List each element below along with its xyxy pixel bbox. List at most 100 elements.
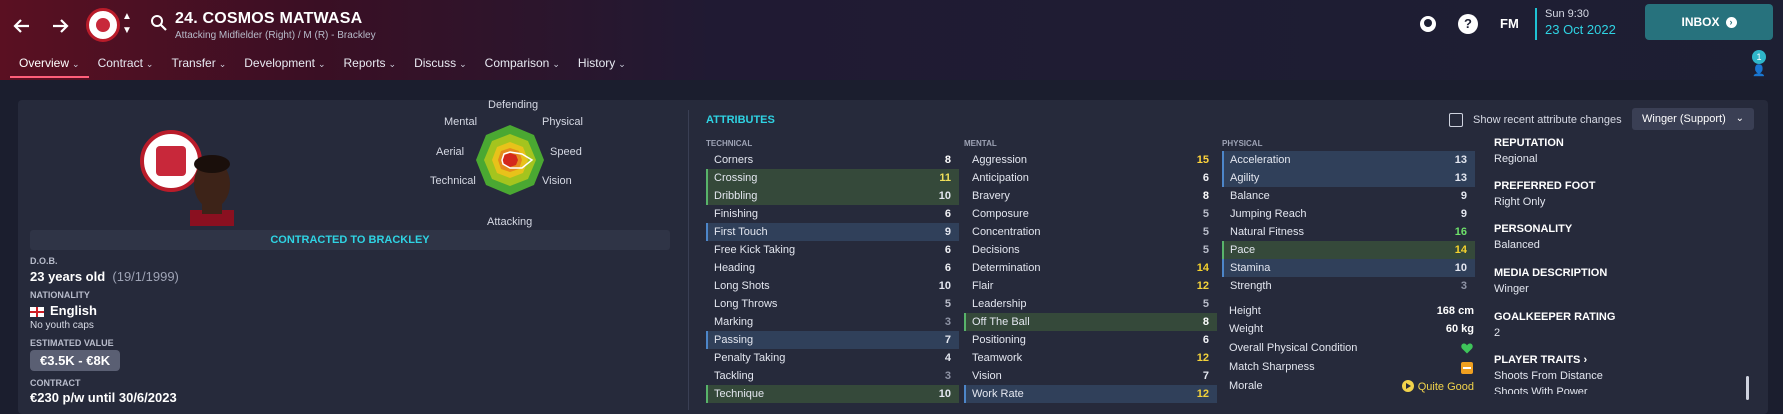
- attribute-row[interactable]: Leadership 5: [964, 295, 1217, 313]
- attribute-row[interactable]: Jumping Reach 9: [1222, 205, 1475, 223]
- tab-comparison[interactable]: Comparison ⌄: [476, 54, 569, 78]
- attribute-row[interactable]: Stamina 10: [1222, 259, 1475, 277]
- show-recent-checkbox[interactable]: [1449, 113, 1463, 127]
- attribute-row[interactable]: First Touch 9: [706, 223, 959, 241]
- tab-development[interactable]: Development ⌄: [235, 54, 334, 78]
- attribute-row[interactable]: Aggression 15: [964, 151, 1217, 169]
- attribute-row[interactable]: Passing 7: [706, 331, 959, 349]
- attribute-row[interactable]: Corners 8: [706, 151, 959, 169]
- attribute-row[interactable]: Finishing 6: [706, 205, 959, 223]
- attribute-row[interactable]: Strength 3: [1222, 277, 1475, 295]
- help-icon[interactable]: ?: [1458, 14, 1478, 34]
- attribute-row[interactable]: Determination 14: [964, 259, 1217, 277]
- attribute-value: 15: [1196, 154, 1209, 166]
- attribute-row[interactable]: Free Kick Taking 6: [706, 241, 959, 259]
- tab-history[interactable]: History ⌄: [569, 54, 635, 78]
- traits-link[interactable]: PLAYER TRAITS ›: [1494, 354, 1744, 366]
- attribute-row[interactable]: Long Throws 5: [706, 295, 959, 313]
- sharpness-row: Match Sharpness: [1229, 361, 1482, 374]
- attribute-row[interactable]: Long Shots 10: [706, 277, 959, 295]
- attribute-value: 4: [944, 352, 951, 364]
- tab-transfer[interactable]: Transfer ⌄: [162, 54, 235, 78]
- attribute-row[interactable]: Decisions 5: [964, 241, 1217, 259]
- sharpness-icon[interactable]: [1461, 362, 1473, 374]
- community-icon[interactable]: [1418, 14, 1438, 34]
- birth-date: (19/1/1999): [112, 269, 179, 284]
- attribute-name: Teamwork: [972, 352, 1023, 364]
- chevron-down-icon: ⌄: [552, 59, 560, 69]
- chevron-down-icon: ⌄: [218, 59, 227, 69]
- user-icon[interactable]: 👤: [1752, 64, 1766, 77]
- attribute-row[interactable]: Crossing 11: [706, 169, 959, 187]
- attribute-row[interactable]: Natural Fitness 16: [1222, 223, 1475, 241]
- attribute-row[interactable]: Composure 5: [964, 205, 1217, 223]
- attributes-title: ATTRIBUTES: [706, 114, 775, 126]
- tab-overview[interactable]: Overview ⌄: [10, 54, 89, 78]
- attribute-row[interactable]: Dribbling 10: [706, 187, 959, 205]
- morale-icon: [1401, 380, 1414, 392]
- search-icon[interactable]: [150, 14, 168, 32]
- attribute-name: Corners: [714, 154, 754, 166]
- attribute-row[interactable]: Concentration 5: [964, 223, 1217, 241]
- attribute-name: Dribbling: [714, 190, 758, 202]
- tab-discuss[interactable]: Discuss ⌄: [405, 54, 476, 78]
- weight-row: Weight 60 kg: [1229, 323, 1482, 335]
- attribute-row[interactable]: Acceleration 13: [1222, 151, 1475, 169]
- attribute-row[interactable]: Anticipation 6: [964, 169, 1217, 187]
- fm-logo[interactable]: FM: [1500, 16, 1519, 31]
- attribute-value: 14: [1196, 262, 1209, 274]
- nationality-label: NATIONALITY: [30, 290, 90, 300]
- attribute-row[interactable]: Technique 10: [706, 385, 959, 403]
- scrollbar[interactable]: [1746, 376, 1749, 400]
- attribute-row[interactable]: Agility 13: [1222, 169, 1475, 187]
- nationality-value[interactable]: English: [30, 303, 97, 318]
- youth-caps: No youth caps: [30, 320, 94, 331]
- tab-label: Contract: [97, 56, 143, 70]
- tab-label: History: [577, 56, 616, 70]
- attribute-row[interactable]: Marking 3: [706, 313, 959, 331]
- attribute-row[interactable]: Work Rate 12: [964, 385, 1217, 403]
- attribute-value: 3: [1460, 280, 1467, 292]
- inbox-button[interactable]: INBOX ›: [1645, 4, 1773, 40]
- player-menu: Overview ⌄ Contract ⌄ Transfer ⌄ Developmen…: [10, 54, 635, 80]
- attribute-row[interactable]: Off The Ball 8: [964, 313, 1217, 331]
- attribute-row[interactable]: Heading 6: [706, 259, 959, 277]
- attribute-value: 10: [1454, 262, 1467, 274]
- player-switch-arrows[interactable]: ▲ ▼: [120, 10, 134, 38]
- estimated-value[interactable]: €3.5K - €8K: [30, 350, 121, 371]
- attribute-value: 9: [944, 226, 951, 238]
- attribute-row[interactable]: Penalty Taking 4: [706, 349, 959, 367]
- tab-contract[interactable]: Contract ⌄: [89, 54, 163, 78]
- role-select[interactable]: Winger (Support) ⌄: [1632, 108, 1754, 130]
- show-recent-label: Show recent attribute changes: [1473, 114, 1622, 126]
- back-button[interactable]: [6, 10, 38, 42]
- radar-label-attacking: Attacking: [487, 216, 533, 228]
- weight-value: 60 kg: [1445, 323, 1474, 335]
- attribute-row[interactable]: Positioning 6: [964, 331, 1217, 349]
- attribute-row[interactable]: Vision 7: [964, 367, 1217, 385]
- attribute-row[interactable]: Balance 9: [1222, 187, 1475, 205]
- forward-button[interactable]: [44, 10, 76, 42]
- attribute-row[interactable]: Flair 12: [964, 277, 1217, 295]
- attribute-row[interactable]: Bravery 8: [964, 187, 1217, 205]
- attribute-row[interactable]: Tackling 3: [706, 367, 959, 385]
- morale-text: Quite Good: [1417, 381, 1474, 393]
- club-crest-icon[interactable]: [86, 8, 120, 42]
- attribute-name: Aggression: [972, 154, 1028, 166]
- attribute-value: 9: [1460, 208, 1467, 220]
- notification-badge[interactable]: 1: [1752, 50, 1766, 64]
- attribute-row[interactable]: Teamwork 12: [964, 349, 1217, 367]
- attribute-name: Bravery: [972, 190, 1010, 202]
- game-date[interactable]: Sun 9:30 23 Oct 2022: [1535, 8, 1616, 40]
- attribute-value: 10: [938, 388, 951, 400]
- attribute-name: Jumping Reach: [1230, 208, 1307, 220]
- personality-label: PERSONALITY: [1494, 223, 1573, 235]
- attribute-value: 12: [1196, 280, 1209, 292]
- attribute-name: Vision: [972, 370, 1002, 382]
- heart-icon[interactable]: [1461, 343, 1473, 354]
- height-label: Height: [1229, 305, 1261, 317]
- tab-reports[interactable]: Reports ⌄: [335, 54, 406, 78]
- attribute-row[interactable]: Pace 14: [1222, 241, 1475, 259]
- morale-value[interactable]: Quite Good: [1401, 380, 1474, 393]
- attribute-name: Stamina: [1230, 262, 1271, 274]
